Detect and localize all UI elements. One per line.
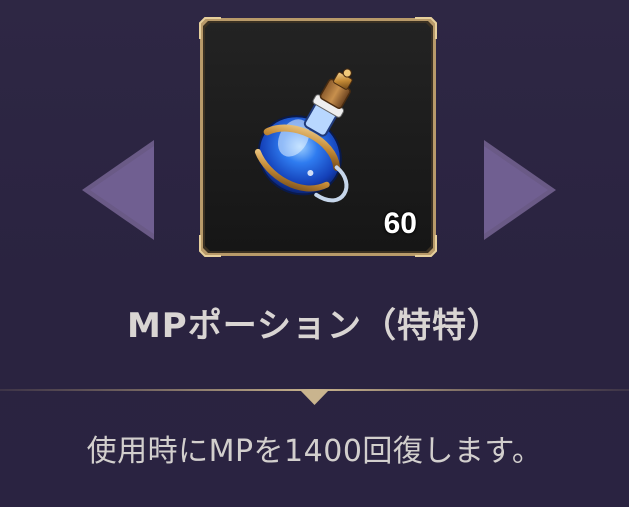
- item-detail-panel: 60 MPポーション（特特） 使用時にMPを1400回復します。: [0, 0, 629, 507]
- chevron-left-icon: [82, 140, 154, 240]
- ornamental-divider: [0, 381, 629, 409]
- item-slot[interactable]: 60: [199, 17, 437, 257]
- chevron-right-icon: [484, 140, 556, 240]
- item-name: MPポーション（特特）: [126, 306, 503, 346]
- next-item-button[interactable]: [484, 140, 558, 240]
- previous-item-button[interactable]: [80, 140, 154, 240]
- item-description: 使用時にMPを1400回復します。: [86, 434, 543, 469]
- mp-potion-icon: [254, 68, 353, 203]
- item-quantity: 60: [383, 207, 417, 240]
